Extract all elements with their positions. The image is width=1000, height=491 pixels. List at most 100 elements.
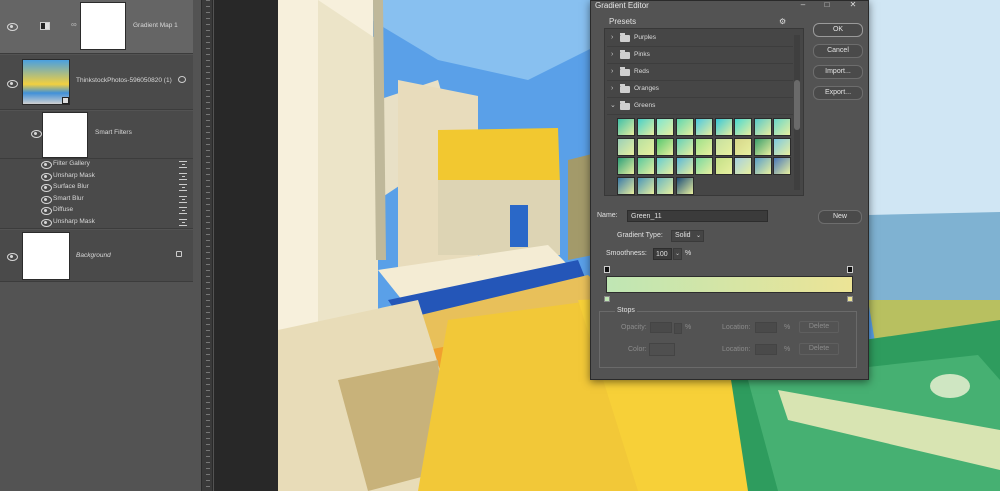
lock-icon bbox=[176, 251, 182, 257]
presets-label: Presets bbox=[609, 17, 637, 26]
filter-item[interactable]: Unsharp Mask bbox=[40, 217, 190, 228]
smart-filters-mask-thumbnail bbox=[42, 112, 88, 158]
close-button[interactable]: ✕ bbox=[847, 0, 859, 10]
chevron-down-icon: ⌄ bbox=[695, 233, 701, 239]
gradient-preset-swatch[interactable] bbox=[636, 176, 655, 195]
gradient-preset-swatch[interactable] bbox=[734, 137, 752, 156]
preset-folder-oranges[interactable]: › Oranges bbox=[607, 81, 793, 98]
gradient-preview-bar[interactable] bbox=[606, 276, 853, 293]
visibility-eye-icon[interactable] bbox=[30, 129, 42, 138]
gradient-type-select[interactable]: Solid ⌄ bbox=[671, 230, 704, 242]
gradient-preset-swatch[interactable] bbox=[753, 157, 772, 175]
visibility-eye-icon[interactable] bbox=[40, 172, 52, 181]
gradient-preset-swatch[interactable] bbox=[695, 118, 713, 136]
gradient-preset-swatch[interactable] bbox=[734, 157, 752, 175]
opacity-label: Opacity: bbox=[621, 324, 647, 331]
gradient-preset-swatch[interactable] bbox=[695, 137, 713, 156]
gradient-preset-swatch[interactable] bbox=[675, 137, 694, 156]
ok-button[interactable]: OK bbox=[813, 23, 863, 37]
visibility-eye-icon[interactable] bbox=[6, 22, 18, 31]
scrollbar-thumb[interactable] bbox=[794, 80, 800, 130]
new-button[interactable]: New bbox=[818, 210, 862, 224]
chevron-right-icon[interactable]: › bbox=[611, 85, 613, 92]
smoothness-input[interactable] bbox=[653, 248, 672, 260]
layer-background[interactable]: Background bbox=[0, 230, 193, 282]
gradient-preset-swatch[interactable] bbox=[617, 137, 635, 156]
gradient-preset-swatch[interactable] bbox=[656, 118, 674, 136]
gradient-preset-swatch[interactable] bbox=[734, 118, 752, 136]
gradient-preset-swatch[interactable] bbox=[636, 118, 655, 136]
gear-icon[interactable]: ⚙ bbox=[779, 17, 786, 26]
gradient-preset-swatch[interactable] bbox=[675, 176, 694, 195]
visibility-eye-icon[interactable] bbox=[40, 195, 52, 204]
filter-options-icon[interactable] bbox=[179, 196, 187, 203]
gradient-preset-swatch[interactable] bbox=[695, 157, 713, 175]
preset-folder-greens[interactable]: ⌄ Greens bbox=[607, 98, 793, 115]
folder-icon bbox=[620, 67, 630, 76]
visibility-eye-icon[interactable] bbox=[40, 160, 52, 169]
gradient-preset-swatch[interactable] bbox=[617, 176, 635, 195]
preset-folder-purples[interactable]: › Purples bbox=[607, 30, 793, 47]
gradient-preset-swatch[interactable] bbox=[636, 157, 655, 175]
stops-group bbox=[599, 311, 857, 368]
color-stop-right[interactable] bbox=[847, 296, 853, 302]
gradient-preset-swatch[interactable] bbox=[714, 118, 733, 136]
export-button[interactable]: Export... bbox=[813, 86, 863, 100]
gradient-preset-swatch[interactable] bbox=[675, 118, 694, 136]
cancel-button[interactable]: Cancel bbox=[813, 44, 863, 58]
gradient-preset-swatch[interactable] bbox=[656, 157, 674, 175]
gradient-swatch-grid bbox=[617, 118, 792, 195]
visibility-eye-icon[interactable] bbox=[40, 183, 52, 192]
smoothness-dropdown[interactable]: ⌄ bbox=[673, 248, 682, 260]
filter-options-icon[interactable] bbox=[179, 184, 187, 191]
filter-options-icon[interactable] bbox=[179, 161, 187, 168]
smart-filters-row[interactable]: Smart Filters bbox=[0, 111, 193, 159]
filter-name: Filter Gallery bbox=[53, 160, 90, 167]
maximize-button[interactable]: □ bbox=[821, 0, 833, 10]
chevron-right-icon[interactable]: › bbox=[611, 34, 613, 41]
filter-options-icon[interactable] bbox=[179, 173, 187, 180]
gradient-preset-swatch[interactable] bbox=[636, 137, 655, 156]
gradient-preset-swatch[interactable] bbox=[656, 137, 674, 156]
color-stop-left[interactable] bbox=[604, 296, 610, 302]
opacity-location-input bbox=[755, 322, 777, 333]
gradient-preset-swatch[interactable] bbox=[656, 176, 674, 195]
gradient-name-input[interactable] bbox=[627, 210, 768, 222]
chevron-right-icon[interactable]: › bbox=[611, 68, 613, 75]
visibility-eye-icon[interactable] bbox=[6, 252, 18, 261]
preset-folder-pinks[interactable]: › Pinks bbox=[607, 47, 793, 64]
layer-gradient-map[interactable]: ∞ Gradient Map 1 bbox=[0, 0, 193, 54]
visibility-eye-icon[interactable] bbox=[40, 218, 52, 227]
gradient-preset-swatch[interactable] bbox=[753, 118, 772, 136]
vertical-ruler bbox=[201, 0, 213, 491]
gradient-preset-swatch[interactable] bbox=[714, 137, 733, 156]
presets-scrollbar[interactable] bbox=[794, 35, 800, 190]
filter-item[interactable]: Diffuse bbox=[40, 205, 190, 216]
layer-smart-object[interactable]: ThinkstockPhotos-596050820 (1) bbox=[0, 55, 193, 110]
filter-item[interactable]: Unsharp Mask bbox=[40, 171, 190, 182]
filter-options-icon[interactable] bbox=[179, 207, 187, 214]
gradient-preset-swatch[interactable] bbox=[753, 137, 772, 156]
gradient-preset-swatch[interactable] bbox=[617, 118, 635, 136]
gradient-preset-swatch[interactable] bbox=[773, 137, 791, 156]
minimize-button[interactable]: – bbox=[797, 0, 809, 10]
filter-item[interactable]: Filter Gallery bbox=[40, 159, 190, 170]
filter-item[interactable]: Surface Blur bbox=[40, 182, 190, 193]
chevron-down-icon[interactable]: ⌄ bbox=[610, 101, 616, 109]
gradient-preset-swatch[interactable] bbox=[617, 157, 635, 175]
preset-folder-reds[interactable]: › Reds bbox=[607, 64, 793, 81]
gradient-preset-swatch[interactable] bbox=[773, 118, 791, 136]
filter-options-icon[interactable] bbox=[179, 219, 187, 226]
gradient-preset-swatch[interactable] bbox=[773, 157, 791, 175]
smoothness-label: Smoothness: bbox=[606, 250, 647, 257]
import-button[interactable]: Import... bbox=[813, 65, 863, 79]
gradient-preset-swatch[interactable] bbox=[675, 157, 694, 175]
folder-icon bbox=[620, 33, 630, 42]
opacity-stop-left[interactable] bbox=[604, 266, 610, 273]
visibility-eye-icon[interactable] bbox=[6, 79, 18, 88]
opacity-stop-right[interactable] bbox=[847, 266, 853, 273]
filter-item[interactable]: Smart Blur bbox=[40, 194, 190, 205]
chevron-right-icon[interactable]: › bbox=[611, 51, 613, 58]
visibility-eye-icon[interactable] bbox=[40, 206, 52, 215]
gradient-preset-swatch[interactable] bbox=[714, 157, 733, 175]
